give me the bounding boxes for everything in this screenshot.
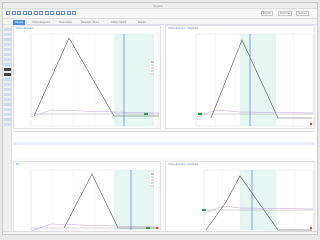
table-row[interactable] [13, 154, 315, 157]
table-row[interactable] [13, 138, 315, 141]
sidebar-item[interactable] [4, 118, 11, 121]
new-icon[interactable] [6, 11, 10, 15]
paste-icon[interactable] [44, 11, 49, 15]
status-bar [3, 231, 317, 234]
boundary-marker-start [198, 113, 202, 115]
sidebar-item[interactable] [4, 38, 11, 41]
sidebar-item[interactable] [4, 103, 11, 106]
alert-marker [155, 226, 159, 230]
table-icon[interactable] [72, 11, 76, 15]
left-sidebar [3, 25, 12, 234]
chromatogram-bottom-left[interactable] [14, 162, 162, 234]
redo-icon[interactable] [28, 11, 32, 15]
sidebar-item[interactable] [4, 48, 11, 51]
sidebar-item[interactable] [4, 93, 11, 96]
panel-title: RT [16, 163, 20, 166]
sidebar-item[interactable] [4, 43, 11, 46]
app-window: Skyline Peptide Replicate Settings Targets… [2, 2, 318, 235]
integration-band [240, 170, 276, 230]
panel-title: Chromatogram [16, 27, 34, 30]
chromatogram-top-left[interactable] [14, 26, 162, 130]
zoom-out-icon[interactable] [55, 11, 60, 15]
integration-band [114, 170, 154, 230]
toolbar: Peptide Replicate Settings [3, 9, 317, 19]
toolbar-field-replicate[interactable]: Replicate [278, 11, 293, 16]
cut-icon[interactable] [33, 11, 38, 15]
table-row[interactable] [13, 150, 315, 153]
save-icon[interactable] [17, 11, 21, 15]
sidebar-item[interactable] [4, 53, 11, 56]
alert-marker [309, 226, 313, 230]
sidebar-item[interactable] [4, 28, 11, 31]
sidebar-item[interactable] [4, 108, 11, 111]
sidebar-item[interactable] [4, 98, 11, 101]
results-table[interactable] [13, 131, 315, 159]
table-row[interactable] [13, 134, 315, 137]
sidebar-item[interactable] [4, 63, 11, 66]
window-title: Skyline [153, 4, 163, 8]
panel-title: Chromatogram - Replicate [168, 27, 199, 30]
toolbar-field-peptide[interactable]: Peptide [261, 11, 274, 16]
zoom-in-icon[interactable] [50, 11, 54, 15]
alert-marker [309, 122, 313, 126]
chromatogram-top-right[interactable] [166, 26, 316, 130]
table-row[interactable] [13, 146, 315, 149]
boundary-marker-start [202, 209, 206, 211]
chart-icon[interactable] [66, 11, 71, 15]
sidebar-item[interactable] [4, 123, 11, 126]
table-row[interactable] [13, 142, 315, 145]
chart-panel-bottom-right[interactable]: Chromatogram - Replicate [165, 161, 315, 233]
chart-panel-top-right[interactable]: Chromatogram - Replicate [165, 25, 315, 129]
boundary-marker-start [146, 227, 150, 229]
boundary-marker-start [144, 113, 148, 115]
open-icon[interactable] [11, 11, 16, 15]
sidebar-item[interactable] [4, 113, 11, 116]
chart-panel-top-left[interactable]: Chromatogram [13, 25, 161, 129]
toolbar-field-settings[interactable]: Settings [296, 11, 310, 16]
select-icon[interactable] [61, 11, 65, 15]
sidebar-item[interactable] [4, 33, 11, 36]
copy-icon[interactable] [39, 11, 43, 15]
sidebar-item[interactable] [4, 73, 11, 76]
sidebar-item[interactable] [4, 83, 11, 86]
undo-icon[interactable] [22, 11, 27, 15]
panel-title: Chromatogram - Replicate [168, 163, 199, 166]
chromatogram-bottom-right[interactable] [166, 162, 316, 234]
sidebar-item[interactable] [4, 58, 11, 61]
sidebar-item[interactable] [4, 88, 11, 91]
chart-panel-bottom-left[interactable]: RT [13, 161, 161, 233]
sidebar-item[interactable] [4, 68, 11, 71]
sidebar-item[interactable] [4, 78, 11, 81]
